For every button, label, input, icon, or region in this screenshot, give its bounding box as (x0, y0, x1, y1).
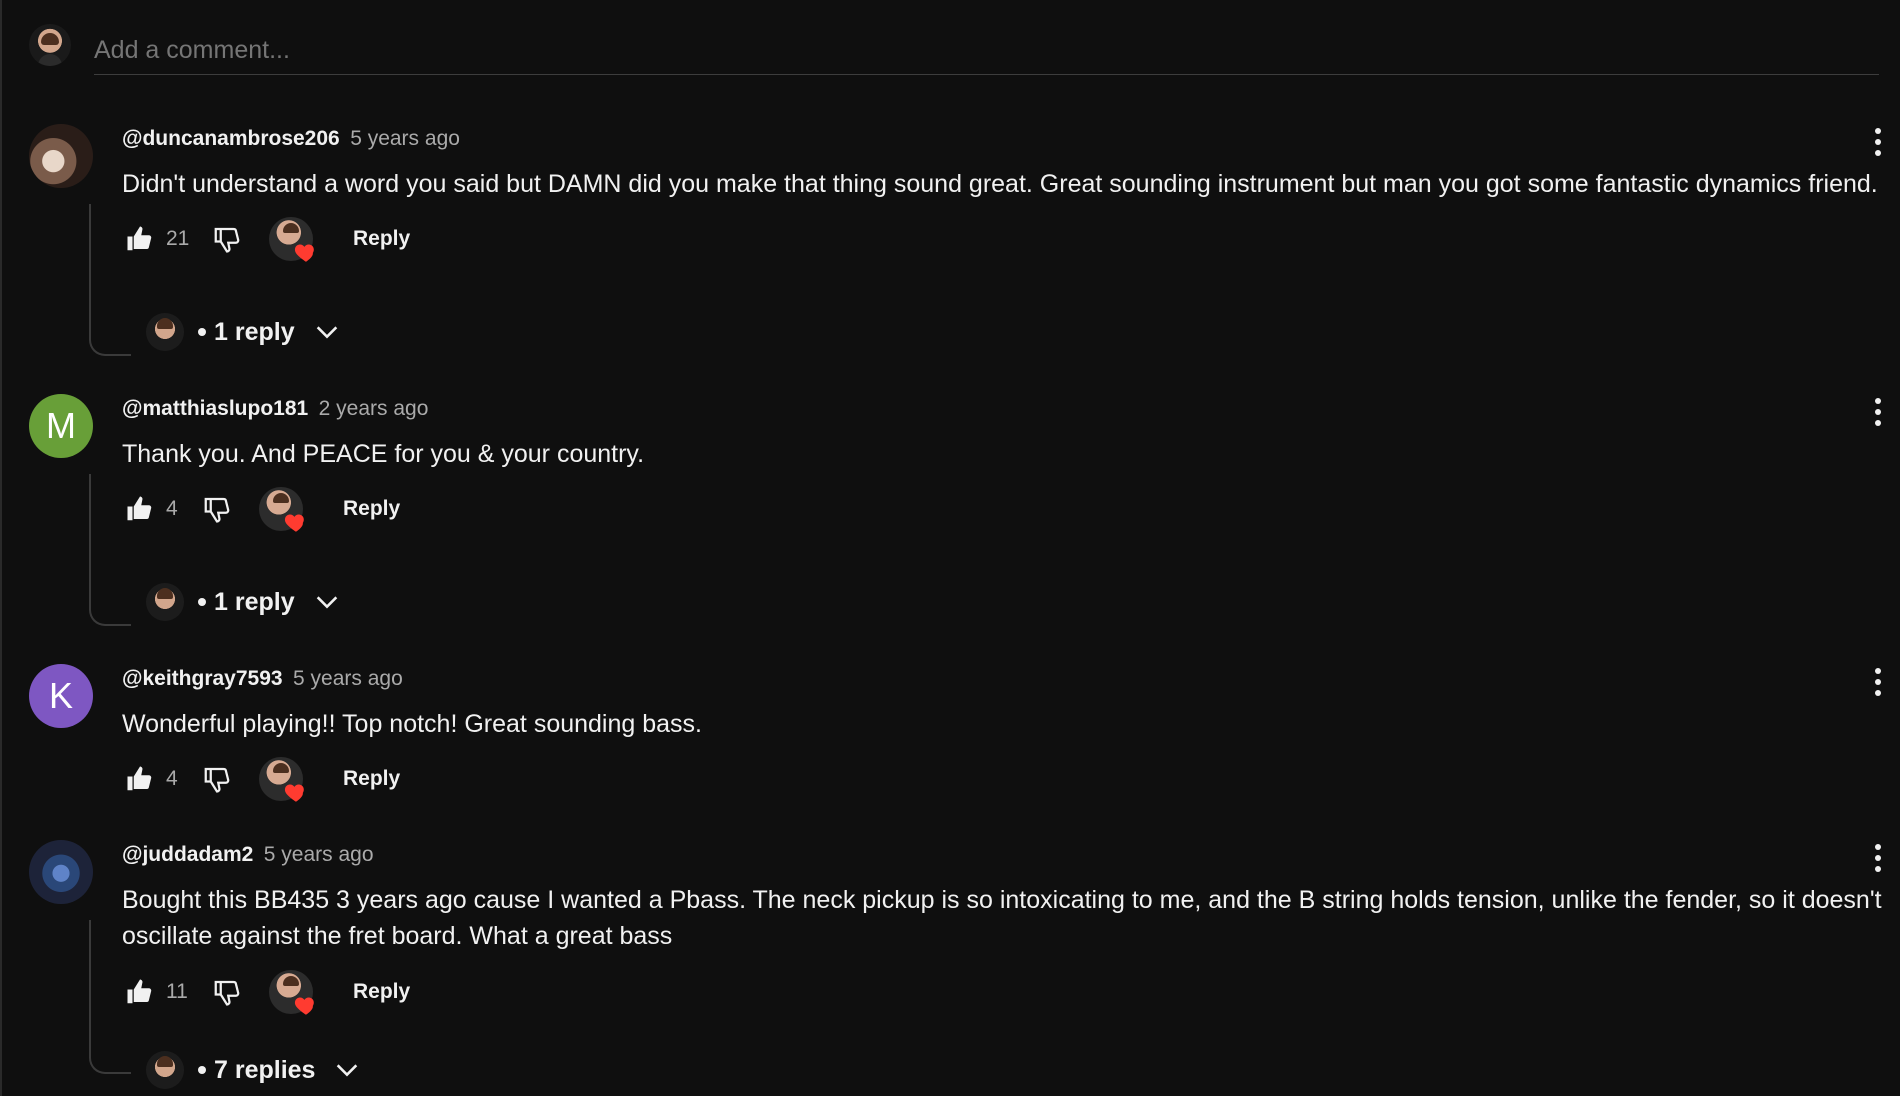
chevron-down-icon (316, 326, 337, 339)
dislike-button[interactable] (209, 221, 245, 257)
like-count: 11 (166, 980, 188, 1003)
creator-heart-badge (259, 487, 304, 532)
current-user-avatar (29, 24, 71, 66)
thumbs-down-icon (204, 497, 230, 523)
comment-meta: @matthiaslupo181 2 years ago (122, 397, 428, 421)
replies-toggle-button[interactable]: 1 reply (146, 310, 341, 354)
replies-toggle-button[interactable]: 7 replies (146, 1048, 361, 1092)
separator-dot (198, 598, 206, 606)
heart-icon (294, 244, 314, 262)
comments-page: @duncanambrose206 5 years ago Didn't und… (0, 0, 1900, 1096)
left-border (0, 0, 2, 1096)
thread-line (89, 204, 131, 356)
replies-count: 7 replies (214, 1055, 316, 1084)
reply-author-avatar (146, 583, 184, 621)
comment-time[interactable]: 5 years ago (293, 667, 403, 690)
comment-meta: @juddadam2 5 years ago (122, 843, 374, 867)
heart-icon (284, 784, 304, 802)
replies-count: 1 reply (214, 317, 295, 346)
comment-actions: 11 Reply (122, 967, 420, 1017)
reply-button[interactable]: Reply (333, 491, 410, 527)
comment-author[interactable]: @keithgray7593 (122, 667, 283, 690)
more-actions-icon[interactable] (1866, 664, 1890, 700)
chevron-down-icon (316, 596, 337, 609)
creator-heart-badge (259, 757, 304, 802)
thumbs-down-icon (214, 227, 240, 253)
thumbs-up-icon (127, 766, 152, 791)
separator-dot (198, 328, 206, 336)
creator-heart-badge (269, 970, 314, 1015)
comment-item: @duncanambrose206 5 years ago Didn't und… (29, 124, 1894, 356)
comment-actions: 21 Reply (122, 214, 420, 264)
like-count: 4 (166, 497, 178, 520)
comment-composer (29, 18, 1881, 75)
reply-author-avatar (146, 1051, 184, 1089)
more-actions-icon[interactable] (1866, 394, 1890, 430)
comment-time[interactable]: 5 years ago (350, 127, 460, 150)
replies-count: 1 reply (214, 587, 295, 616)
thumbs-down-icon (204, 767, 230, 793)
comment-author-avatar[interactable]: M (29, 394, 93, 458)
heart-icon (294, 997, 314, 1015)
comment-text: Wonderful playing!! Top notch! Great sou… (122, 710, 702, 738)
dislike-button[interactable] (199, 491, 235, 527)
reply-author-avatar (146, 313, 184, 351)
separator-dot (198, 1066, 206, 1074)
comment-author-avatar[interactable]: K (29, 664, 93, 728)
reply-button[interactable]: Reply (343, 974, 420, 1010)
comment-item: @juddadam2 5 years ago Bought this BB435… (29, 840, 1894, 1096)
replies-toggle-button[interactable]: 1 reply (146, 580, 341, 624)
comment-item: M @matthiaslupo181 2 years ago Thank you… (29, 394, 1894, 626)
more-actions-icon[interactable] (1866, 124, 1890, 160)
thread-line (89, 920, 131, 1074)
like-count: 4 (166, 767, 178, 790)
add-comment-input[interactable] (94, 18, 1879, 75)
like-count: 21 (166, 227, 190, 250)
dislike-button[interactable] (199, 761, 235, 797)
more-actions-icon[interactable] (1866, 840, 1890, 876)
comment-actions: 4 Reply (122, 754, 410, 804)
comment-item: K @keithgray7593 5 years ago Wonderful p… (29, 664, 1894, 814)
comment-author[interactable]: @matthiaslupo181 (122, 397, 308, 420)
comment-author[interactable]: @juddadam2 (122, 843, 253, 866)
comment-author-avatar[interactable] (29, 124, 93, 188)
comment-actions: 4 Reply (122, 484, 410, 534)
comment-meta: @keithgray7593 5 years ago (122, 667, 403, 691)
dislike-button[interactable] (209, 974, 245, 1010)
comment-text: Thank you. And PEACE for you & your coun… (122, 440, 645, 468)
chevron-down-icon (337, 1064, 358, 1077)
thread-line (89, 474, 131, 626)
comment-text: Bought this BB435 3 years ago cause I wa… (122, 886, 1882, 950)
reply-button[interactable]: Reply (343, 221, 420, 257)
comment-author[interactable]: @duncanambrose206 (122, 127, 340, 150)
comment-author-avatar[interactable] (29, 840, 93, 904)
comment-text: Didn't understand a word you said but DA… (122, 170, 1878, 198)
heart-icon (284, 514, 304, 532)
like-button[interactable] (122, 761, 158, 797)
comment-time[interactable]: 2 years ago (319, 397, 429, 420)
comment-time[interactable]: 5 years ago (264, 843, 374, 866)
thumbs-down-icon (214, 980, 240, 1006)
comment-meta: @duncanambrose206 5 years ago (122, 127, 460, 151)
reply-button[interactable]: Reply (333, 761, 410, 797)
creator-heart-badge (269, 217, 314, 262)
